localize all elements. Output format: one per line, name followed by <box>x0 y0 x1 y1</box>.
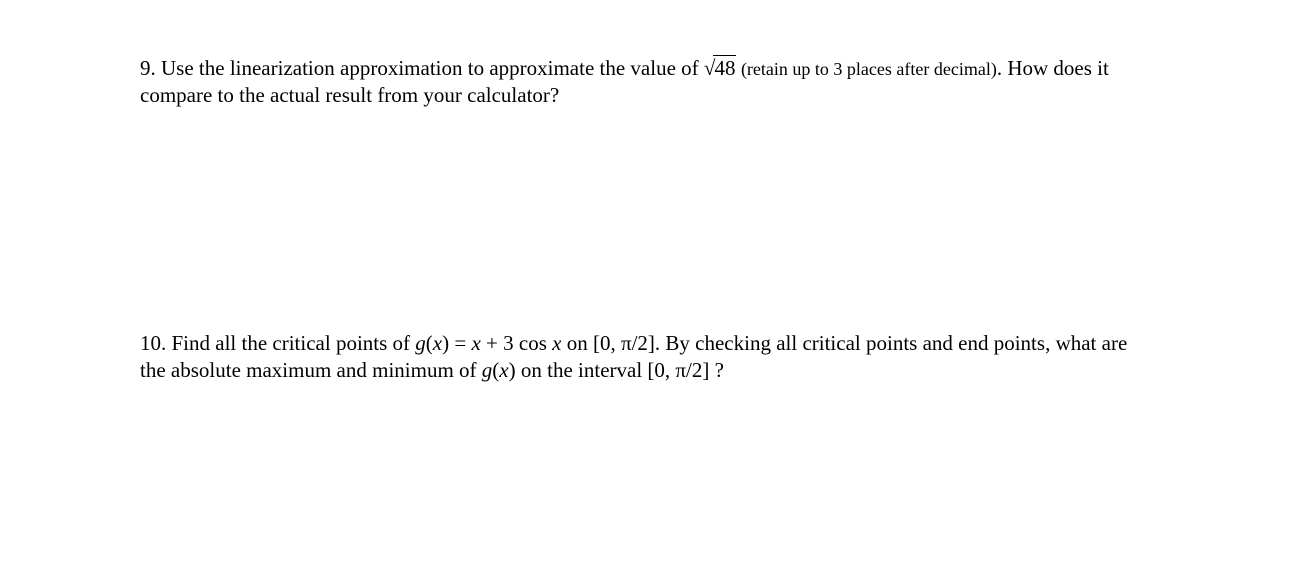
close-paren-2: ) <box>509 358 516 382</box>
rhs-x: x <box>471 331 480 355</box>
g-letter: g <box>415 331 426 355</box>
x-letter-2: x <box>499 358 508 382</box>
on-text: on <box>561 331 593 355</box>
sqrt-expression: √48 <box>704 56 737 80</box>
function-gx-2: g(x) <box>482 358 516 382</box>
problem-10-number: 10. <box>140 331 166 355</box>
sqrt-argument: 48 <box>713 55 736 80</box>
function-gx-1: g(x) = x + 3 cos x <box>415 331 561 355</box>
problem-9-text-part1: Use the linearization approximation to a… <box>161 56 704 80</box>
problem-10: 10. Find all the critical points of g(x)… <box>140 330 1150 385</box>
interval-2: [0, π/2] <box>647 358 709 382</box>
problem-10-text-part3: on the interval <box>516 358 648 382</box>
x-letter: x <box>433 331 442 355</box>
problem-9-paren-note: (retain up to 3 places after decimal) <box>736 59 996 79</box>
g-letter-2: g <box>482 358 493 382</box>
interval-1: [0, π/2] <box>593 331 655 355</box>
plus-3cos: + 3 cos <box>481 331 552 355</box>
question-mark: ? <box>709 358 724 382</box>
equals-sign: = <box>449 331 471 355</box>
problem-9: 9. Use the linearization approximation t… <box>140 55 1150 110</box>
problem-10-text-part1: Find all the critical points of <box>172 331 416 355</box>
open-paren: ( <box>426 331 433 355</box>
problem-9-number: 9. <box>140 56 156 80</box>
